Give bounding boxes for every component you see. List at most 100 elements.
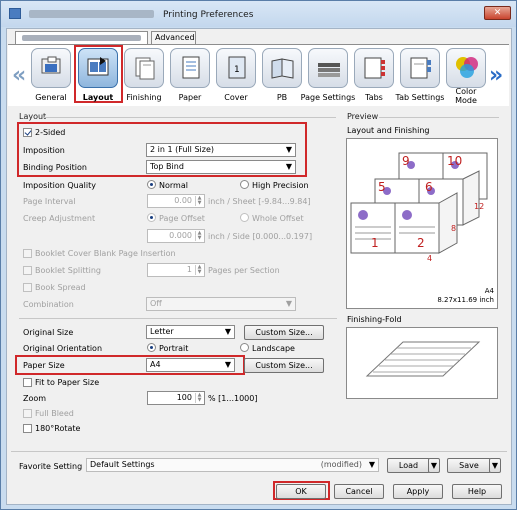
tab-redacted[interactable] (15, 31, 148, 45)
preview-page-4: 4 (427, 254, 432, 263)
footer-divider (11, 451, 507, 452)
booklet-blank-checkbox[interactable] (23, 249, 32, 258)
fit-to-paper-checkbox[interactable] (23, 378, 32, 387)
landscape-radio[interactable] (240, 343, 249, 352)
landscape-label: Landscape (252, 344, 295, 353)
general-icon[interactable] (31, 48, 71, 88)
perfect-binding-icon[interactable] (262, 48, 302, 88)
preview-page-10: 10 (447, 154, 462, 168)
binding-position-select[interactable]: Top Bind ▼ (146, 160, 296, 174)
paper-icon[interactable] (170, 48, 210, 88)
page-interval-spin[interactable]: 0.00 ▲ ▼ (147, 194, 205, 208)
original-size-select[interactable]: Letter ▼ (146, 325, 235, 339)
page-interval-label: Page Interval (23, 197, 76, 206)
imposition-quality-label: Imposition Quality (23, 181, 96, 190)
preview-page-8: 8 (451, 224, 456, 233)
binding-position-label: Binding Position (23, 163, 87, 172)
preview-page-1: 1 (371, 236, 379, 250)
imposition-label: Imposition (23, 146, 65, 155)
close-button[interactable]: ✕ (484, 6, 511, 20)
scroll-right-icon[interactable]: » (489, 63, 503, 88)
favorite-setting-select[interactable]: Default Settings (modified) ▼ (86, 458, 379, 472)
finishing-fold-label: Finishing-Fold (347, 315, 402, 324)
color-mode-icon[interactable] (446, 48, 486, 88)
preview-page-2: 2 (417, 236, 425, 250)
title-bar: Printing Preferences ✕ (1, 1, 516, 27)
ribbon-label-mode: Mode (455, 96, 477, 105)
two-sided-checkbox[interactable] (23, 128, 32, 137)
cancel-button[interactable]: Cancel (334, 484, 384, 499)
full-bleed-label: Full Bleed (35, 409, 74, 418)
ribbon-label-color: Color (455, 87, 477, 96)
favorite-setting-label: Favorite Setting (19, 462, 83, 471)
full-bleed-checkbox[interactable] (23, 409, 32, 418)
save-button[interactable]: Save (447, 458, 491, 473)
preview-page-5: 5 (378, 180, 386, 194)
cover-icon[interactable]: 1 (216, 48, 256, 88)
printer-app-icon (9, 8, 21, 19)
book-spread-label: Book Spread (35, 283, 86, 292)
tab-settings-icon[interactable] (400, 48, 440, 88)
tab-advanced[interactable]: Advanced (151, 31, 196, 44)
zoom-unit: % [1...1000] (208, 394, 258, 403)
finishing-icon[interactable] (124, 48, 164, 88)
booklet-splitting-spin[interactable]: 1 ▲ ▼ (147, 263, 205, 277)
book-spread-checkbox[interactable] (23, 283, 32, 292)
page-interval-unit: inch / Sheet [-9.84...9.84] (208, 197, 311, 206)
ok-button[interactable]: OK (276, 484, 326, 499)
printer-name-redacted (29, 10, 154, 18)
combination-label: Combination (23, 300, 74, 309)
fold-preview-image (365, 341, 481, 377)
preview-paper-name: A4 (484, 287, 494, 295)
scroll-left-icon[interactable]: « (12, 63, 26, 88)
quality-normal-radio[interactable] (147, 180, 156, 189)
portrait-radio[interactable] (147, 343, 156, 352)
layout-preview-pane: 9 10 5 6 1 2 8 12 4 A4 8.27x11.69 inch (346, 138, 498, 309)
preview-page-6: 6 (425, 180, 433, 194)
page-settings-icon[interactable] (308, 48, 348, 88)
favorite-modified-label: (modified) (320, 460, 362, 469)
creep-page-offset-radio[interactable] (147, 213, 156, 222)
booklet-splitting-unit: Pages per Section (208, 266, 280, 275)
zoom-spin[interactable]: 100 ▲ ▼ (147, 391, 205, 405)
original-orientation-label: Original Orientation (23, 344, 103, 353)
two-sided-label: 2-Sided (35, 128, 66, 137)
load-menu-button[interactable]: ▼ (428, 458, 440, 473)
layout-finishing-label: Layout and Finishing (347, 126, 430, 135)
fit-to-paper-label: Fit to Paper Size (35, 378, 100, 387)
apply-button[interactable]: Apply (393, 484, 443, 499)
save-menu-button[interactable]: ▼ (489, 458, 501, 473)
quality-high-label: High Precision (252, 181, 309, 190)
imposition-select[interactable]: 2 in 1 (Full Size) ▼ (146, 143, 296, 157)
quality-high-radio[interactable] (240, 180, 249, 189)
creep-whole-offset-label: Whole Offset (252, 214, 304, 223)
paper-size-select[interactable]: A4 ▼ (146, 358, 235, 372)
window-title: Printing Preferences (163, 10, 254, 20)
creep-value-spin[interactable]: 0.000 ▲ ▼ (147, 229, 205, 243)
booklet-splitting-label: Booklet Splitting (35, 266, 101, 275)
paper-custom-size-button[interactable]: Custom Size... (244, 358, 324, 373)
creep-whole-offset-radio[interactable] (240, 213, 249, 222)
printing-preferences-window: Printing Preferences ✕ Advanced « » 1 Ge… (0, 0, 517, 510)
section-divider (19, 318, 337, 319)
help-button[interactable]: Help (452, 484, 502, 499)
preview-group-title: Preview (347, 112, 379, 121)
preview-paper-size: 8.27x11.69 inch (437, 296, 494, 304)
layout-group-line (43, 117, 336, 118)
booklet-preview-image: 9 10 5 6 1 2 8 12 4 (350, 152, 488, 263)
preview-page-12: 12 (474, 202, 484, 211)
preview-group-line (379, 117, 499, 118)
booklet-blank-label: Booklet Cover Blank Page Insertion (35, 249, 176, 258)
creep-adjustment-label: Creep Adjustment (23, 214, 96, 223)
preview-page-9: 9 (402, 154, 410, 168)
tabs-icon[interactable] (354, 48, 394, 88)
booklet-splitting-checkbox[interactable] (23, 266, 32, 275)
combination-select[interactable]: Off ▼ (146, 297, 296, 311)
rotate-180-checkbox[interactable] (23, 424, 32, 433)
finishing-fold-pane (346, 327, 498, 399)
load-button[interactable]: Load (387, 458, 430, 473)
original-size-label: Original Size (23, 328, 74, 337)
paper-size-label: Paper Size (23, 361, 65, 370)
original-custom-size-button[interactable]: Custom Size... (244, 325, 324, 340)
portrait-label: Portrait (159, 344, 189, 353)
